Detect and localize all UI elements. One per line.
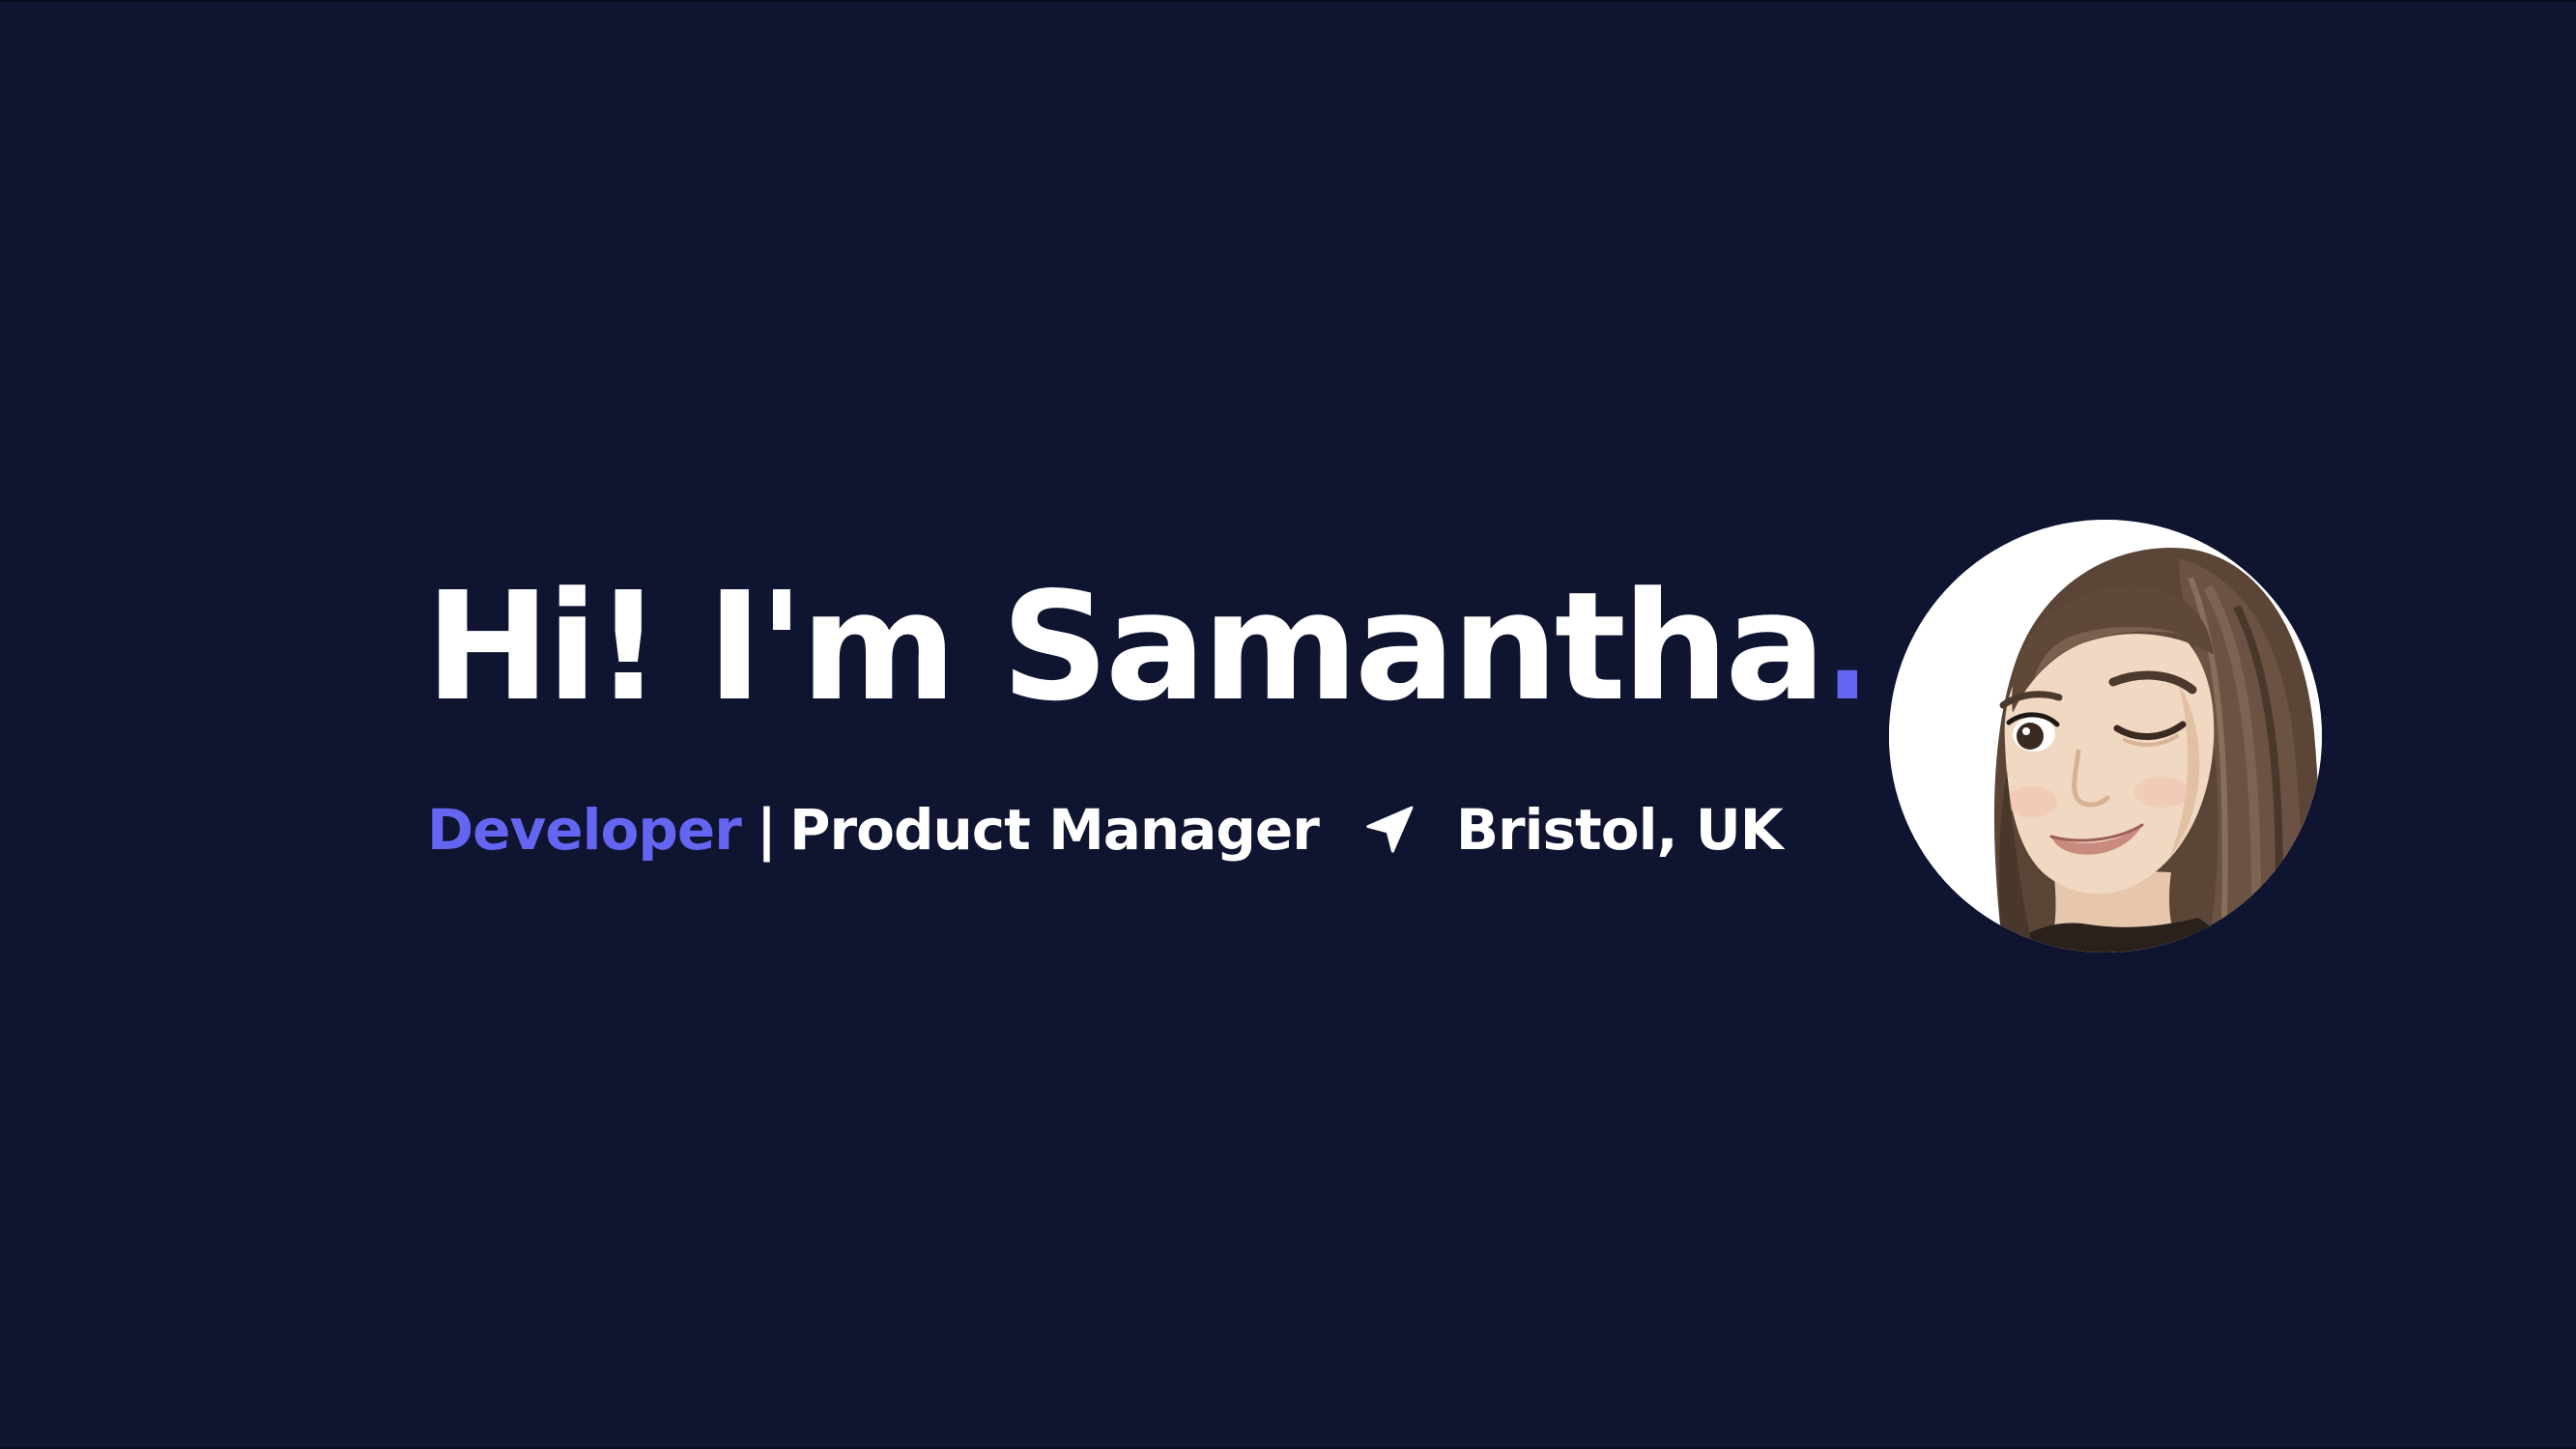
avatar-panel: [1857, 228, 2447, 1223]
memoji-avatar-icon: [1889, 520, 2322, 952]
location-text: Bristol, UK: [1455, 797, 1784, 863]
role-developer: Developer: [427, 797, 742, 863]
hero-greeting: Hi! I'm Samantha.: [425, 572, 1879, 722]
avatar: [1889, 520, 2322, 952]
page: Hi! I'm Samantha. Developer | Product Ma…: [0, 0, 2576, 1449]
navigation-arrow-icon: [1361, 802, 1417, 858]
hero-subtitle: Developer | Product Manager Bristol, UK: [427, 797, 1784, 863]
greeting-text: Hi! I'm Samantha: [425, 559, 1826, 734]
role-product-manager: Product Manager: [789, 797, 1320, 863]
hero-intro: Hi! I'm Samantha. Developer | Product Ma…: [394, 512, 1879, 908]
top-edge: [0, 0, 2576, 2]
role-separator: |: [756, 797, 777, 863]
